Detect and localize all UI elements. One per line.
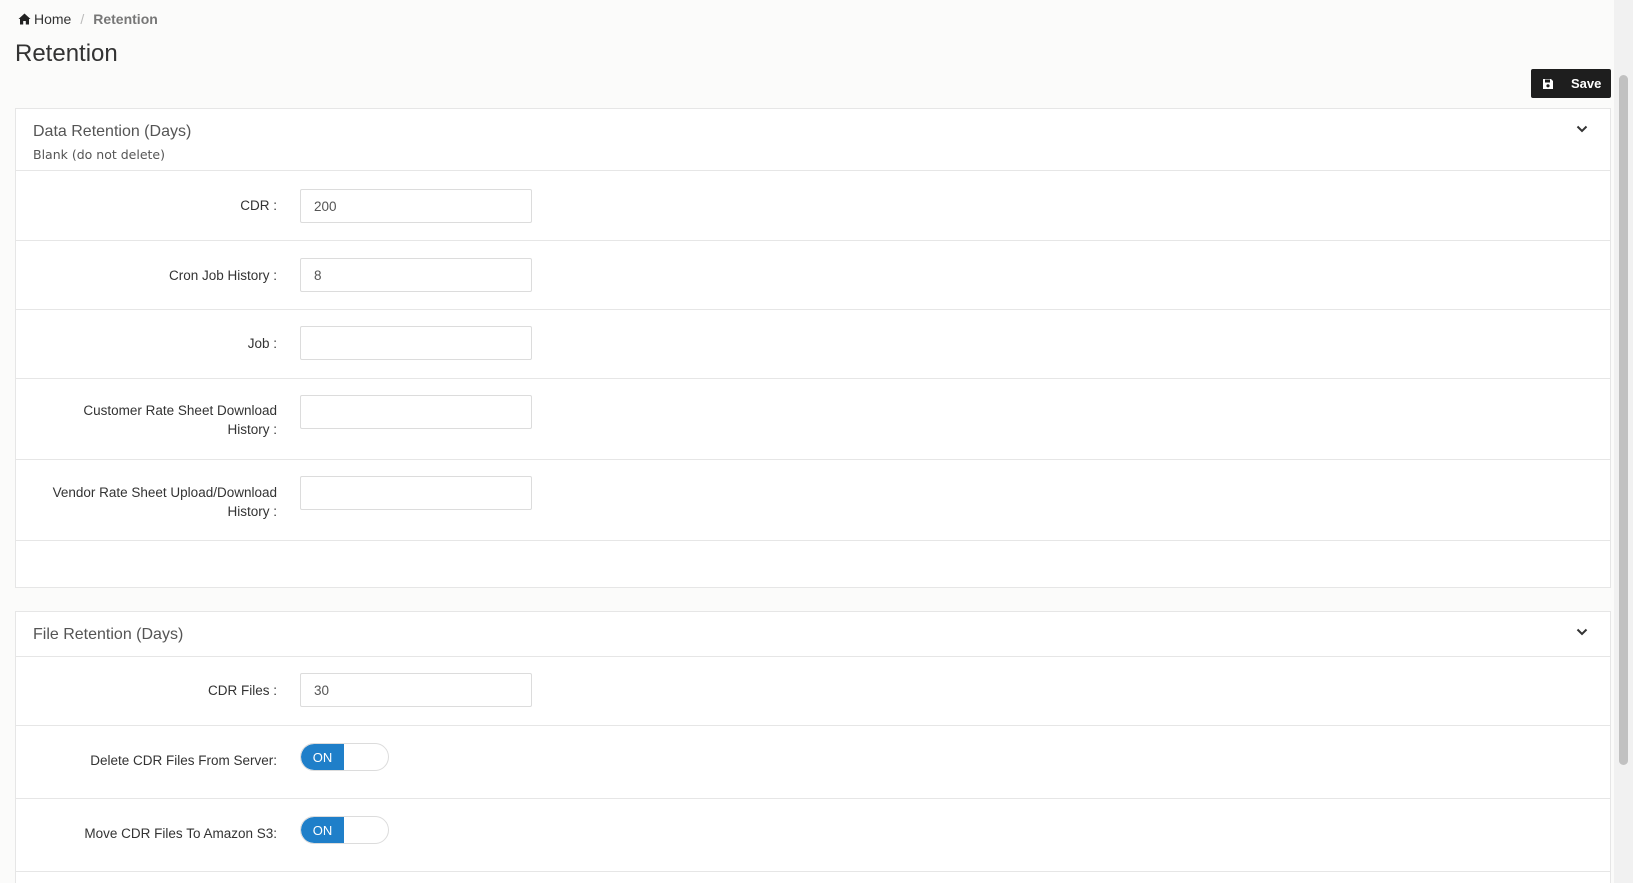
- data-retention-panel-header: Data Retention (Days) Blank (do not dele…: [16, 109, 1610, 171]
- data-retention-collapse-toggle[interactable]: [1576, 124, 1590, 138]
- customer-rate-sheet-label-line2: History :: [227, 422, 277, 437]
- breadcrumb-current: Retention: [93, 11, 158, 27]
- floppy-disk-icon: [1542, 78, 1554, 90]
- form-row-vendor-rate-sheet: Vendor Rate Sheet Upload/Download Histor…: [16, 460, 1610, 541]
- page-title: Retention: [15, 40, 118, 67]
- vendor-rate-sheet-label: Vendor Rate Sheet Upload/Download Histor…: [17, 483, 277, 521]
- chevron-down-icon: [1576, 125, 1588, 133]
- cdr-label: CDR :: [240, 198, 277, 213]
- cron-job-history-input[interactable]: [300, 258, 532, 292]
- form-row-job: Job :: [16, 310, 1610, 379]
- delete-cdr-files-toggle[interactable]: ON: [300, 743, 389, 771]
- cron-job-history-label: Cron Job History :: [168, 268, 277, 283]
- form-row-delete-cdr-files: Delete CDR Files From Server: ON: [16, 726, 1610, 799]
- data-retention-panel-title: Data Retention (Days): [33, 123, 192, 140]
- delete-cdr-files-toggle-state: ON: [301, 744, 344, 770]
- file-retention-panel: File Retention (Days) CDR Files : Delete…: [15, 611, 1611, 883]
- breadcrumb-home-label: Home: [34, 11, 72, 27]
- vendor-rate-sheet-label-line2: History :: [227, 504, 277, 519]
- move-cdr-files-s3-toggle[interactable]: ON: [300, 816, 389, 844]
- save-button[interactable]: Save: [1531, 69, 1611, 98]
- form-row-customer-rate-sheet: Customer Rate Sheet Download History :: [16, 379, 1610, 460]
- breadcrumb: Home / Retention: [18, 11, 158, 27]
- form-row-cdr-files: CDR Files :: [16, 657, 1610, 726]
- delete-cdr-files-label: Delete CDR Files From Server:: [90, 753, 277, 768]
- file-retention-panel-header: File Retention (Days): [16, 612, 1610, 657]
- form-row-cron-job-history: Cron Job History :: [16, 241, 1610, 310]
- home-icon: [18, 13, 31, 25]
- customer-rate-sheet-label-line1: Customer Rate Sheet Download: [83, 403, 277, 418]
- save-button-label: Save: [1571, 76, 1602, 91]
- breadcrumb-home-link[interactable]: Home: [18, 11, 71, 27]
- scrollbar-thumb[interactable]: [1619, 75, 1628, 765]
- form-row-cdr: CDR :: [16, 171, 1610, 241]
- page: Home / Retention Retention Save Data Ret…: [0, 0, 1614, 883]
- form-row-move-cdr-files-s3: Move CDR Files To Amazon S3: ON: [16, 799, 1610, 872]
- vendor-rate-sheet-input[interactable]: [300, 476, 532, 510]
- job-input[interactable]: [300, 326, 532, 360]
- data-retention-panel-subtitle: Blank (do not delete): [33, 147, 165, 162]
- customer-rate-sheet-input[interactable]: [300, 395, 532, 429]
- job-label: Job :: [247, 336, 277, 351]
- chevron-down-icon: [1576, 628, 1588, 636]
- customer-rate-sheet-label: Customer Rate Sheet Download History :: [17, 401, 277, 439]
- move-cdr-files-s3-label: Move CDR Files To Amazon S3:: [84, 826, 277, 841]
- vertical-scrollbar[interactable]: [1614, 0, 1633, 883]
- breadcrumb-separator: /: [80, 11, 85, 27]
- cdr-input[interactable]: [300, 189, 532, 223]
- cdr-files-input[interactable]: [300, 673, 532, 707]
- file-retention-collapse-toggle[interactable]: [1576, 627, 1590, 641]
- vendor-rate-sheet-label-line1: Vendor Rate Sheet Upload/Download: [52, 485, 277, 500]
- move-cdr-files-s3-toggle-state: ON: [301, 817, 344, 843]
- file-retention-panel-title: File Retention (Days): [33, 626, 184, 643]
- cdr-files-label: CDR Files :: [207, 683, 277, 698]
- data-retention-panel: Data Retention (Days) Blank (do not dele…: [15, 108, 1611, 588]
